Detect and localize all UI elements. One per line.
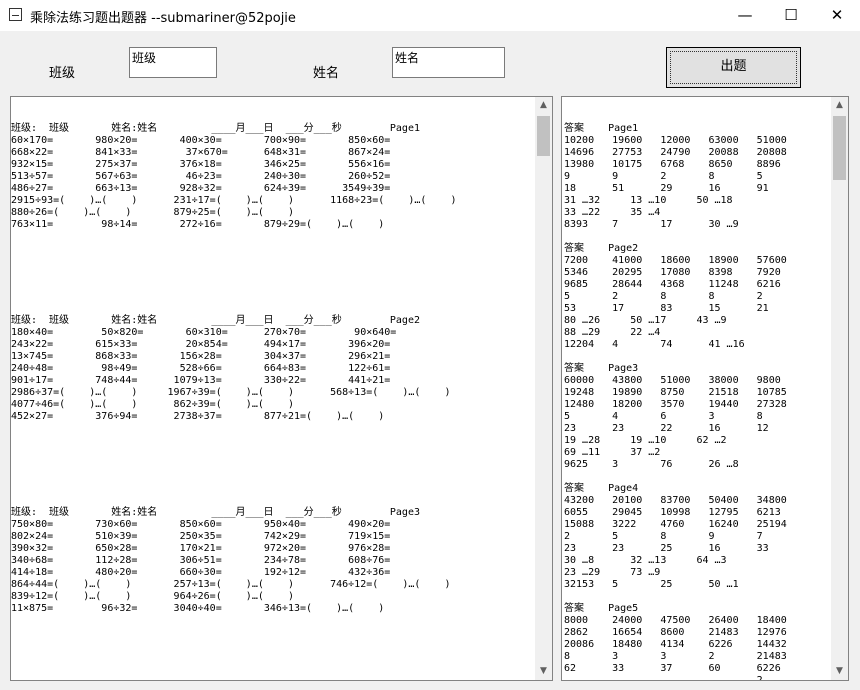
scroll-down-arrow-icon[interactable]: ▼ (535, 663, 552, 680)
title-bar: 乘除法练习题出题器 --submariner@52pojie — ☐ ✕ (0, 0, 860, 31)
scroll-up-arrow-icon[interactable]: ▲ (535, 97, 552, 114)
answers-line: 18 51 29 16 91 (564, 183, 769, 194)
class-input[interactable]: 班级 (129, 47, 217, 78)
answers-line: 9685 28644 4368 11248 6216 (564, 279, 781, 290)
answers-page-1: 答案 Page1 10200 19600 12000 63000 51000 1… (564, 123, 787, 231)
window-title: 乘除法练习题出题器 --submariner@52pojie (30, 11, 296, 26)
answers-line: 20086 18480 4134 6226 14432 (564, 639, 787, 650)
worksheet-line: 340÷68= 112÷28= 306÷51= 234÷78= 608÷76= (11, 555, 391, 566)
worksheet-line: 763×11= 98÷14= 272÷16= 879÷29=( )…( ) (11, 219, 385, 230)
answers-scrollbar[interactable]: ▲ ▼ (831, 97, 848, 680)
answers-line: 2862 16654 8600 21483 12976 (564, 627, 787, 638)
worksheet-page-1: 班级: 班级 姓名:姓名 ____月___日 ___分___秒 Page1 60… (11, 123, 457, 231)
worksheet-line: 839÷12=( )…( ) 964÷26=( )…( ) (11, 591, 294, 602)
answers-line: 5 4 6 3 8 (564, 411, 763, 422)
answers-line: 5346 20295 17080 8398 7920 (564, 267, 781, 278)
answers-line: 7200 41000 18600 18900 57600 (564, 255, 787, 266)
answers-line: 53 17 83 15 21 (564, 303, 769, 314)
answers-page-5: 答案 Page5 8000 24000 47500 26400 18400 28… (564, 603, 787, 681)
answers-line: 23 …29 73 …9 (564, 567, 661, 578)
worksheet-line: 243×22= 615×33= 20×854= 494×17= 396×20= (11, 339, 391, 350)
worksheet-line: 240÷48= 98÷49= 528÷66= 664÷83= 122÷61= (11, 363, 391, 374)
name-input[interactable]: 姓名 (392, 47, 505, 78)
answers-line: 10200 19600 12000 63000 51000 (564, 135, 787, 146)
answers-line: 12204 4 74 41 …16 (564, 339, 745, 350)
answers-line: 2 (564, 675, 763, 681)
scroll-up-arrow-icon[interactable]: ▲ (831, 97, 848, 114)
answers-line: 80 …26 50 …17 43 …9 (564, 315, 727, 326)
scroll-thumb[interactable] (537, 116, 550, 156)
app-icon (9, 8, 22, 21)
worksheet-line: 4077÷46=( )…( ) 862÷39=( )…( ) (11, 399, 294, 410)
class-label: 班级 (49, 66, 76, 81)
answers-line: 69 …11 37 …2 (564, 447, 661, 458)
answers-line: 9 9 2 8 5 (564, 171, 763, 182)
worksheet-line: 2915÷93=( )…( ) 231÷17=( )…( ) 1168÷23=(… (11, 195, 457, 206)
worksheet-line: 414÷18= 480÷20= 660÷30= 192÷12= 432÷36= (11, 567, 391, 578)
worksheet-line: 390×32= 650×28= 170×21= 972×20= 976×28= (11, 543, 391, 554)
answers-page-4: 答案 Page4 43200 20100 83700 50400 34800 6… (564, 483, 787, 591)
worksheet-line: 901÷17= 748÷44= 1079÷13= 330÷22= 441÷21= (11, 375, 391, 386)
answers-line: 23 23 25 16 33 (564, 543, 769, 554)
worksheet-page-3: 班级: 班级 姓名:姓名 ____月___日 ___分___秒 Page3 75… (11, 507, 451, 615)
answers-line: 14696 27753 24790 20088 20808 (564, 147, 787, 158)
worksheet-line: 486÷27= 663÷13= 928÷32= 624÷39= 3549÷39= (11, 183, 391, 194)
worksheet-header: 班级: 班级 姓名:姓名 ____月___日 ___分___秒 Page3 (11, 507, 420, 518)
close-button[interactable]: ✕ (814, 0, 860, 31)
generate-button[interactable]: 出题 (666, 47, 801, 88)
name-label: 姓名 (313, 66, 340, 81)
answers-line: 15088 3222 4760 16240 25194 (564, 519, 787, 530)
worksheet-line: 180×40= 50×820= 60×310= 270×70= 90×640= (11, 327, 397, 338)
answers-header: 答案 Page4 (564, 483, 639, 494)
answers-line: 23 23 22 16 12 (564, 423, 769, 434)
answers-page-2: 答案 Page2 7200 41000 18600 18900 57600 53… (564, 243, 787, 351)
worksheet-header: 班级: 班级 姓名:姓名 ____月___日 ___分___秒 Page1 (11, 123, 420, 134)
scroll-thumb[interactable] (833, 116, 846, 180)
maximize-button[interactable]: ☐ (768, 0, 814, 31)
answers-line: 9625 3 76 26 …8 (564, 459, 739, 470)
answers-line: 19 …28 19 …10 62 …2 (564, 435, 727, 446)
answers-line: 62 33 37 60 6226 (564, 663, 781, 674)
answers-line: 2 5 8 9 7 (564, 531, 763, 542)
answers-line: 30 …8 32 …13 64 …3 (564, 555, 727, 566)
answers-header: 答案 Page2 (564, 243, 639, 254)
answers-line: 19248 19890 8750 21518 10785 (564, 387, 787, 398)
worksheet-line: 513÷57= 567÷63= 46÷23= 240÷30= 260÷52= (11, 171, 391, 182)
worksheet-page-2: 班级: 班级 姓名:姓名 ____月___日 ___分___秒 Page2 18… (11, 315, 451, 423)
answers-line: 13980 10175 6768 8650 8896 (564, 159, 781, 170)
answers-header: 答案 Page1 (564, 123, 639, 134)
worksheet-line: 932×15= 275×37= 376×18= 346×25= 556×16= (11, 159, 391, 170)
answers-line: 8000 24000 47500 26400 18400 (564, 615, 787, 626)
scroll-down-arrow-icon[interactable]: ▼ (831, 663, 848, 680)
answers-line: 43200 20100 83700 50400 34800 (564, 495, 787, 506)
worksheet-line: 452×27= 376÷94= 2738÷37= 877÷21=( )…( ) (11, 411, 385, 422)
worksheet-header: 班级: 班级 姓名:姓名 ____月___日 ___分___秒 Page2 (11, 315, 420, 326)
answers-page-3: 答案 Page3 60000 43800 51000 38000 9800 19… (564, 363, 787, 471)
answers-line: 8 3 3 2 21483 (564, 651, 787, 662)
worksheet-pane[interactable]: 班级: 班级 姓名:姓名 ____月___日 ___分___秒 Page1 60… (10, 96, 553, 681)
worksheet-line: 2986÷37=( )…( ) 1967÷39=( )…( ) 568÷13=(… (11, 387, 451, 398)
worksheet-line: 864÷44=( )…( ) 257÷13=( )…( ) 746÷12=( )… (11, 579, 451, 590)
answers-line: 32153 5 25 50 …1 (564, 579, 739, 590)
minimize-button[interactable]: — (722, 0, 768, 31)
answers-header: 答案 Page5 (564, 603, 639, 614)
answers-line: 88 …29 22 …4 (564, 327, 661, 338)
answers-pane[interactable]: 答案 Page1 10200 19600 12000 63000 51000 1… (561, 96, 849, 681)
answers-line: 6055 29045 10998 12795 6213 (564, 507, 781, 518)
answers-header: 答案 Page3 (564, 363, 639, 374)
answers-line: 60000 43800 51000 38000 9800 (564, 375, 781, 386)
worksheet-line: 668×22= 841×33= 37×670= 648×31= 867×24= (11, 147, 391, 158)
answers-line: 5 2 8 8 2 (564, 291, 763, 302)
worksheet-scrollbar[interactable]: ▲ ▼ (535, 97, 552, 680)
answers-line: 12480 18200 3570 19440 27328 (564, 399, 787, 410)
worksheet-line: 880÷26=( )…( ) 879÷25=( )…( ) (11, 207, 294, 218)
worksheet-line: 60×170= 980×20= 400×30= 700×90= 850×60= (11, 135, 391, 146)
worksheet-line: 11×875= 96÷32= 3040÷40= 346÷13=( )…( ) (11, 603, 385, 614)
answers-line: 33 …22 35 …4 (564, 207, 661, 218)
worksheet-line: 750×80= 730×60= 850×60= 950×40= 490×20= (11, 519, 391, 530)
answers-line: 31 …32 13 …10 50 …18 (564, 195, 733, 206)
worksheet-line: 13×745= 868×33= 156×28= 304×37= 296×21= (11, 351, 391, 362)
worksheet-line: 802×24= 510×39= 250×35= 742×29= 719×15= (11, 531, 391, 542)
answers-line: 8393 7 17 30 …9 (564, 219, 739, 230)
